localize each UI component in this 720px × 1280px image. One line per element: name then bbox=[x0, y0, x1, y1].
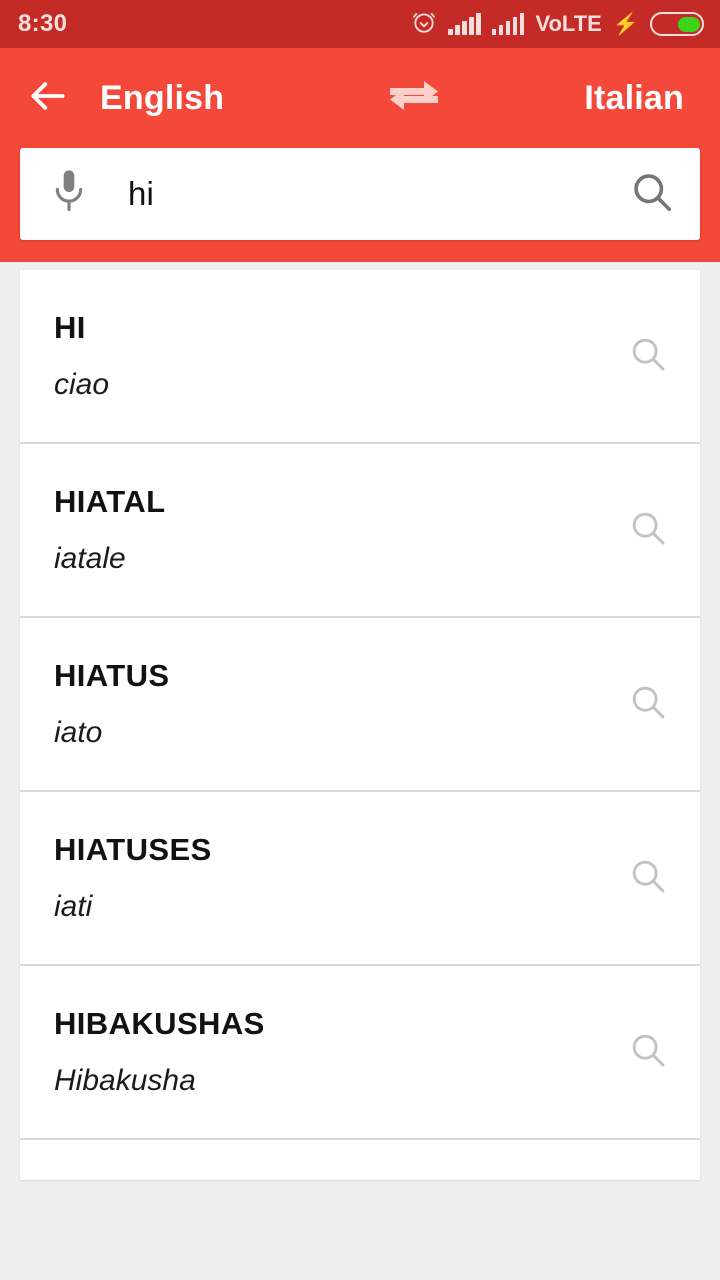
list-item[interactable]: HI ciao bbox=[20, 270, 700, 444]
results-scroll-area[interactable]: HI ciao HIATAL iatale HIATUS iato HIATUS… bbox=[0, 262, 720, 1258]
search-box[interactable]: hi bbox=[20, 148, 700, 240]
result-translation: iatale bbox=[54, 541, 126, 575]
search-icon bbox=[628, 856, 668, 901]
search-submit-button[interactable] bbox=[626, 169, 678, 220]
result-text: HIBAKUSHAS Hibakusha bbox=[54, 1006, 622, 1098]
result-term: HIBAKUSHAS bbox=[54, 1005, 265, 1041]
row-search-button[interactable] bbox=[622, 334, 674, 379]
result-translation: Hibakusha bbox=[54, 1063, 196, 1097]
back-arrow-icon bbox=[26, 74, 70, 123]
result-text: HI ciao bbox=[54, 310, 622, 402]
search-icon bbox=[628, 1030, 668, 1075]
list-item[interactable]: HIBAKUSHAS Hibakusha bbox=[20, 966, 700, 1140]
swap-languages-button[interactable] bbox=[383, 72, 445, 124]
search-icon bbox=[628, 508, 668, 553]
search-icon bbox=[629, 169, 675, 220]
battery-fill bbox=[677, 16, 700, 32]
swap-languages-icon bbox=[386, 73, 442, 124]
microphone-button[interactable] bbox=[46, 166, 92, 223]
back-button[interactable] bbox=[12, 62, 84, 134]
target-language[interactable]: Italian bbox=[584, 79, 684, 118]
signal-icon bbox=[491, 13, 525, 35]
status-icons: VoLTE ⚡ bbox=[411, 9, 704, 40]
row-search-button[interactable] bbox=[622, 1030, 674, 1075]
list-item[interactable]: HIATUS iato bbox=[20, 618, 700, 792]
list-item[interactable]: HIATAL iatale bbox=[20, 444, 700, 618]
status-bar: 8:30 VoLTE ⚡ bbox=[0, 0, 720, 48]
result-text: HIATUS iato bbox=[54, 658, 622, 750]
row-search-button[interactable] bbox=[622, 508, 674, 553]
result-term: HIATUS bbox=[54, 657, 170, 693]
list-item[interactable]: HIATUSES iati bbox=[20, 792, 700, 966]
row-search-button[interactable] bbox=[622, 682, 674, 727]
result-text: HIATUSES iati bbox=[54, 832, 622, 924]
search-icon bbox=[628, 334, 668, 379]
charging-bolt-icon: ⚡ bbox=[612, 12, 639, 36]
microphone-icon bbox=[49, 166, 89, 223]
status-time: 8:30 bbox=[18, 10, 68, 37]
result-term: HIATUSES bbox=[54, 831, 212, 867]
list-item[interactable] bbox=[20, 1140, 700, 1180]
app-bar: English Italian bbox=[0, 48, 720, 148]
alarm-icon bbox=[411, 9, 437, 40]
result-translation: iati bbox=[54, 889, 93, 923]
result-text: HIATAL iatale bbox=[54, 484, 622, 576]
source-language[interactable]: English bbox=[100, 79, 224, 118]
search-icon bbox=[628, 682, 668, 727]
search-input[interactable]: hi bbox=[128, 175, 626, 213]
search-bar-container: hi bbox=[0, 148, 720, 262]
battery-icon bbox=[650, 12, 704, 36]
result-term: HIATAL bbox=[54, 483, 166, 519]
result-term: HI bbox=[54, 309, 86, 345]
results-list: HI ciao HIATAL iatale HIATUS iato HIATUS… bbox=[20, 270, 700, 1180]
signal-icon bbox=[448, 13, 481, 35]
result-translation: iato bbox=[54, 715, 103, 749]
volte-label: VoLTE bbox=[535, 11, 602, 36]
result-translation: ciao bbox=[54, 367, 110, 401]
row-search-button[interactable] bbox=[622, 856, 674, 901]
